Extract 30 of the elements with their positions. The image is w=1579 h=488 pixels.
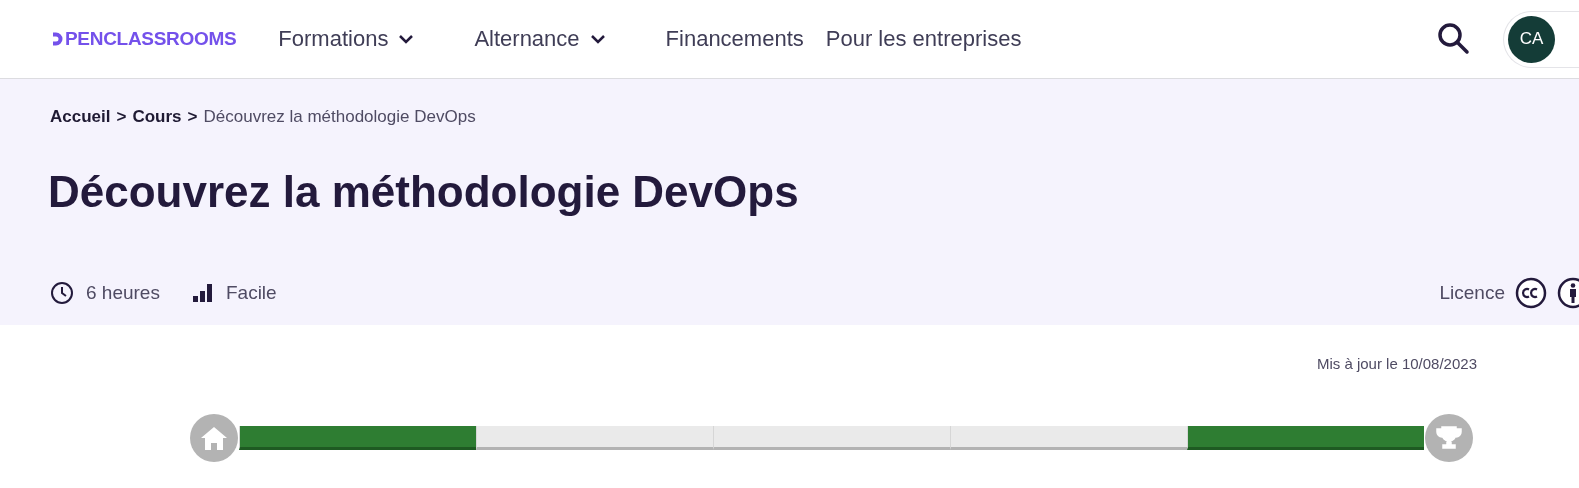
search-icon[interactable] <box>1437 22 1471 56</box>
nav-link[interactable]: Pour les entreprises <box>825 26 1022 52</box>
breadcrumb-link[interactable]: Accueil <box>50 107 111 127</box>
breadcrumb-separator: > <box>187 107 198 127</box>
logo[interactable]: PENCLASSROOMS <box>65 28 237 50</box>
duration: 6 heures <box>86 282 160 304</box>
course-title: Découvrez la méthodologie DevOps <box>48 167 800 217</box>
breadcrumb-link[interactable]: Cours <box>132 107 182 127</box>
breadcrumb-separator: > <box>116 107 127 127</box>
home-icon[interactable] <box>190 414 238 462</box>
difficulty-bars-icon <box>191 283 214 303</box>
progress-segment[interactable] <box>713 426 950 450</box>
chevron-down-icon <box>589 34 606 44</box>
progress-segment[interactable] <box>950 426 1187 450</box>
difficulty: Facile <box>225 282 277 304</box>
clock-icon <box>50 281 74 305</box>
user-avatar[interactable]: CA <box>1508 15 1555 63</box>
progress-segment[interactable] <box>476 426 713 450</box>
progress-segment[interactable] <box>1187 426 1424 450</box>
licence-label: Licence <box>1439 282 1505 304</box>
progress-segment[interactable] <box>239 426 476 450</box>
breadcrumb-current: Découvrez la méthodologie DevOps <box>203 107 476 127</box>
logo-mark-icon <box>52 31 64 47</box>
chevron-down-icon <box>398 34 415 44</box>
nav-link[interactable]: Alternance <box>474 26 606 52</box>
nav-link[interactable]: Financements <box>665 26 804 52</box>
nav-link[interactable]: Formations <box>278 26 415 52</box>
creative-commons-icon[interactable] <box>1515 277 1547 309</box>
updated-date: Mis à jour le 10/08/2023 <box>1316 355 1477 372</box>
trophy-icon[interactable] <box>1425 414 1473 462</box>
